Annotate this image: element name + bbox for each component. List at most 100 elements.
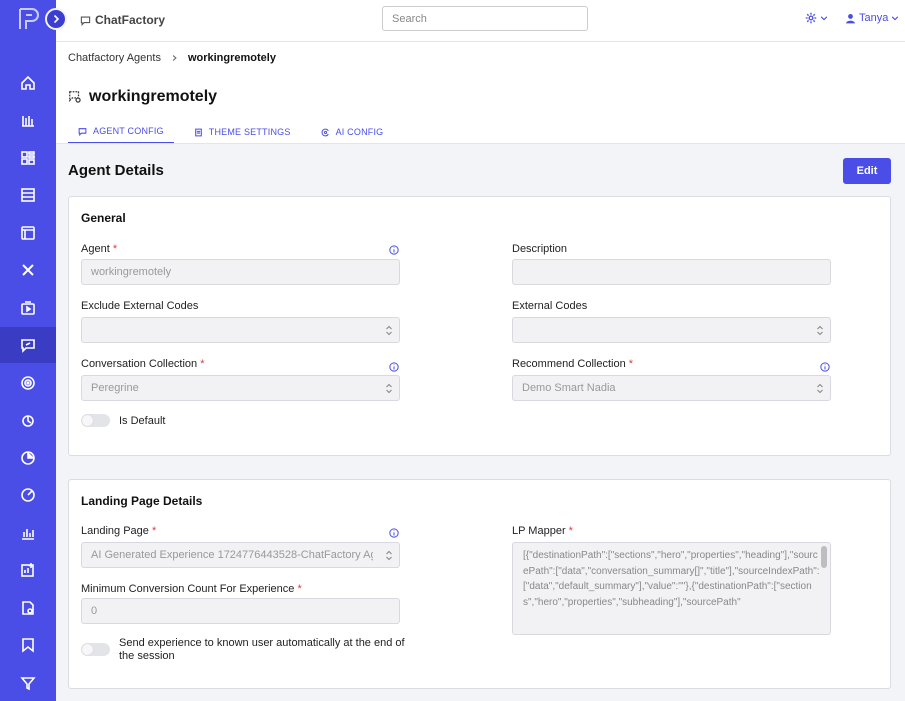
gear-icon: [805, 12, 817, 24]
sidebar-item-bookmark[interactable]: [0, 627, 56, 663]
page-title: workingremotely: [68, 88, 217, 106]
tab-ai-config[interactable]: AI CONFIG: [311, 120, 394, 144]
tab-bar: AGENT CONFIG THEME SETTINGS AI CONFIG: [68, 120, 393, 144]
user-menu[interactable]: Tanya: [845, 12, 899, 24]
tools-icon: [22, 264, 34, 276]
sidebar-item-browser[interactable]: [0, 215, 56, 251]
add-chart-icon: [21, 563, 34, 577]
exclude-codes-label: Exclude External Codes: [81, 300, 199, 312]
breadcrumb-parent-link[interactable]: Chatfactory Agents: [68, 52, 161, 64]
chat-settings-icon: [69, 91, 81, 103]
user-name: Tanya: [859, 12, 889, 24]
search-input[interactable]: [382, 6, 588, 31]
sidebar-item-target[interactable]: [0, 365, 56, 401]
breadcrumb-current: workingremotely: [187, 52, 276, 64]
is-default-label: Is Default: [119, 415, 166, 427]
select-arrows-icon: [817, 383, 823, 394]
brand-logo-icon[interactable]: [14, 5, 42, 33]
sidebar-item-home[interactable]: [0, 65, 56, 101]
sidebar-item-add-chart[interactable]: [0, 552, 56, 588]
sidebar-item-dashboard[interactable]: [0, 140, 56, 176]
recommend-collection-select[interactable]: Demo Smart Nadia: [512, 375, 831, 401]
video-icon: [21, 301, 35, 315]
tab-label: THEME SETTINGS: [208, 127, 291, 137]
is-default-toggle[interactable]: [81, 414, 110, 427]
app-title-label: ChatFactory: [95, 13, 166, 27]
page-title-label: workingremotely: [89, 88, 218, 105]
send-experience-label: Send experience to known user automatica…: [119, 637, 405, 662]
grid-icon: [21, 188, 35, 202]
conversation-collection-select[interactable]: Peregrine: [81, 375, 400, 401]
sidebar-item-document-settings[interactable]: [0, 590, 56, 626]
chat-icon: [21, 339, 35, 353]
chevron-right-icon: [172, 55, 177, 61]
landing-page-card: Landing Page Details Landing Page * AI G…: [68, 479, 891, 689]
sidebar-item-funnel[interactable]: [0, 665, 56, 701]
lp-mapper-textarea[interactable]: [{"destinationPath":["sections","hero","…: [512, 542, 831, 635]
card-title: General: [81, 211, 126, 225]
app-title[interactable]: ChatFactory: [80, 13, 165, 27]
sidebar-item-pie[interactable]: [0, 440, 56, 476]
description-label: Description: [512, 243, 568, 255]
top-bar: ChatFactory Tanya: [56, 0, 905, 42]
landing-page-select[interactable]: AI Generated Experience 1724776443528-Ch…: [81, 542, 400, 568]
sidebar-toggle-button[interactable]: [45, 8, 67, 30]
sidebar-item-video[interactable]: [0, 290, 56, 326]
home-icon: [21, 75, 35, 90]
send-experience-toggle[interactable]: [81, 643, 110, 656]
document-icon: [194, 128, 202, 136]
breadcrumb: Chatfactory Agents workingremotely: [68, 52, 276, 64]
description-field[interactable]: [512, 259, 831, 285]
scrollbar[interactable]: [821, 546, 827, 568]
library-icon: [22, 116, 34, 127]
sidebar-item-tools[interactable]: [0, 252, 56, 288]
sidebar-item-chat[interactable]: [0, 327, 56, 363]
document-settings-icon: [22, 601, 34, 615]
min-conversion-label: Minimum Conversion Count For Experience …: [81, 583, 302, 595]
settings-menu[interactable]: [805, 12, 828, 24]
tab-agent-config[interactable]: AGENT CONFIG: [68, 120, 174, 144]
bar-chart-icon: [22, 529, 34, 540]
info-icon[interactable]: [389, 362, 399, 372]
ai-icon: [321, 128, 329, 136]
select-arrows-icon: [817, 325, 823, 336]
select-arrows-icon: [386, 550, 392, 561]
exclude-codes-select[interactable]: [81, 317, 400, 343]
landing-page-label: Landing Page *: [81, 525, 157, 537]
chat-icon: [78, 127, 87, 136]
select-arrows-icon: [386, 325, 392, 336]
sidebar-item-bar-chart[interactable]: [0, 515, 56, 551]
sidebar: [0, 0, 56, 701]
general-card: General Agent * workingremotely Descript…: [68, 196, 891, 456]
section-title: Agent Details: [68, 162, 164, 179]
edit-button[interactable]: Edit: [843, 158, 891, 184]
flame-icon: [22, 415, 34, 427]
content-area: Chatfactory Agents workingremotely worki…: [56, 42, 905, 701]
tab-label: AI CONFIG: [335, 127, 384, 137]
agent-label: Agent *: [81, 243, 118, 255]
user-icon: [846, 13, 855, 23]
external-codes-select[interactable]: [512, 317, 831, 343]
funnel-icon: [20, 677, 36, 691]
sidebar-item-grid[interactable]: [0, 177, 56, 213]
dashboard-icon: [21, 151, 35, 165]
bookmark-icon: [22, 638, 34, 653]
min-conversion-field[interactable]: 0: [81, 598, 400, 624]
sidebar-item-pie-2[interactable]: [0, 477, 56, 513]
lp-mapper-label: LP Mapper *: [512, 525, 573, 537]
info-icon[interactable]: [820, 362, 830, 372]
info-icon[interactable]: [389, 245, 399, 255]
tab-theme-settings[interactable]: THEME SETTINGS: [184, 120, 301, 144]
recommend-collection-label: Recommend Collection *: [512, 358, 634, 370]
info-icon[interactable]: [389, 528, 399, 538]
tab-label: AGENT CONFIG: [93, 126, 164, 136]
sidebar-item-library[interactable]: [0, 102, 56, 138]
agent-details-panel: Agent Details Edit General Agent * worki…: [56, 143, 905, 701]
browser-icon: [21, 226, 35, 240]
chevron-down-icon: [820, 16, 828, 21]
select-arrows-icon: [386, 383, 392, 394]
agent-field[interactable]: workingremotely: [81, 259, 400, 285]
card-title: Landing Page Details: [81, 494, 203, 508]
sidebar-item-flame[interactable]: [0, 402, 56, 438]
external-codes-label: External Codes: [512, 300, 588, 312]
